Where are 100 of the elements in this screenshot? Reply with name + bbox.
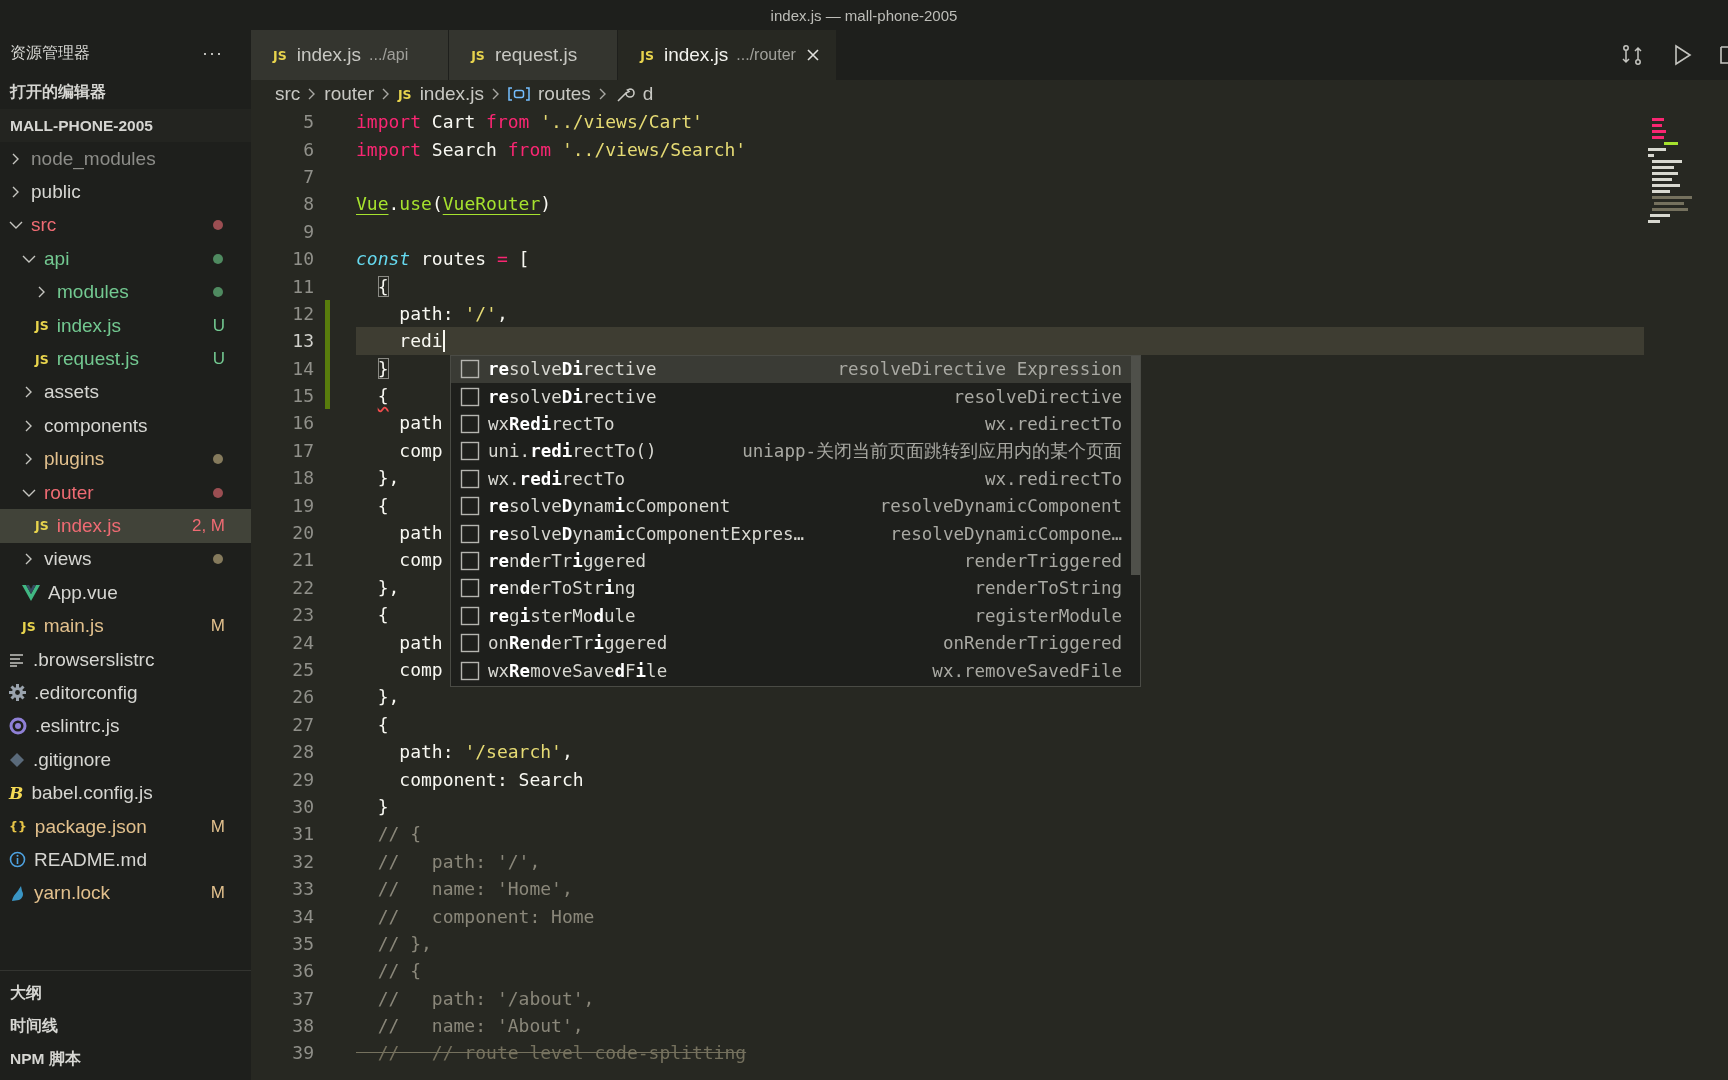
tab-path: .../api bbox=[369, 46, 409, 64]
code-line: { bbox=[376, 385, 389, 407]
folder-name[interactable]: assets bbox=[44, 381, 225, 404]
folder-name[interactable]: node_modules bbox=[31, 147, 225, 170]
file-name[interactable]: README.md bbox=[34, 848, 225, 871]
code-line: }, bbox=[376, 576, 400, 598]
folder-name[interactable]: public bbox=[31, 181, 225, 204]
file-name[interactable]: .eslintrc.js bbox=[35, 715, 225, 738]
editor-tab[interactable]: JS index.js .../api bbox=[251, 30, 450, 80]
breadcrumb-item[interactable]: routes bbox=[538, 83, 591, 105]
git-status-label: 2, M bbox=[191, 516, 225, 536]
file-name[interactable]: package.json bbox=[34, 815, 203, 838]
panel-header[interactable]: 大纲 bbox=[0, 977, 251, 1010]
suggestion-label[interactable]: wx.redirectTo bbox=[488, 468, 625, 489]
suggestion-detail: registerModule bbox=[973, 605, 1122, 626]
file-name[interactable]: index.js bbox=[56, 314, 205, 337]
line-number: 31 bbox=[292, 823, 314, 845]
code-line: { bbox=[376, 494, 389, 516]
suggestion-label[interactable]: wxRemoveSavedFile bbox=[488, 660, 668, 681]
code-line: // { bbox=[376, 823, 422, 845]
git-status-label: M bbox=[210, 816, 225, 837]
code-line: // component: Home bbox=[376, 905, 595, 927]
code-line: } bbox=[376, 357, 389, 379]
js-file-icon: JS bbox=[640, 47, 654, 63]
git-status-label: M bbox=[210, 883, 225, 904]
file-name[interactable]: App.vue bbox=[48, 581, 225, 604]
file-name[interactable]: request.js bbox=[56, 348, 205, 371]
folder-name[interactable]: views bbox=[44, 548, 205, 571]
code-line: // }, bbox=[376, 932, 432, 954]
file-name[interactable]: .gitignore bbox=[33, 748, 225, 771]
file-name[interactable]: babel.config.js bbox=[31, 782, 225, 805]
line-number: 20 bbox=[292, 522, 314, 544]
breadcrumb-item[interactable]: src bbox=[275, 83, 301, 105]
square-icon bbox=[460, 605, 480, 626]
suggestion-label[interactable]: onRenderTriggered bbox=[488, 633, 668, 654]
code-line: comp bbox=[398, 659, 443, 680]
line-number: 17 bbox=[292, 439, 314, 461]
tab-label: request.js bbox=[494, 44, 578, 66]
code-line: }, bbox=[376, 686, 400, 708]
line-number: 28 bbox=[292, 741, 314, 763]
suggestion-label[interactable]: resolveDirective bbox=[488, 359, 657, 380]
line-number: 19 bbox=[292, 494, 314, 516]
square-icon bbox=[460, 496, 480, 517]
square-icon bbox=[460, 441, 480, 462]
more-actions-label[interactable]: ··· bbox=[202, 42, 223, 64]
suggestion-label[interactable]: renderToString bbox=[488, 578, 636, 599]
folder-name[interactable]: src bbox=[31, 214, 205, 237]
folder-name[interactable]: modules bbox=[57, 281, 205, 304]
line-number: 26 bbox=[292, 686, 314, 708]
panel-header[interactable]: 时间线 bbox=[0, 1010, 251, 1043]
git-status-label: U bbox=[212, 315, 225, 336]
file-name[interactable]: .browserslistrc bbox=[33, 648, 225, 671]
suggestion-label[interactable]: wxRedirectTo bbox=[488, 414, 615, 435]
line-number: 39 bbox=[292, 1042, 314, 1064]
scrollbar-thumb[interactable] bbox=[1131, 355, 1140, 575]
section-header: 打开的编辑器 bbox=[8, 82, 107, 102]
line-number: 36 bbox=[292, 960, 314, 982]
folder-name[interactable]: router bbox=[44, 481, 205, 504]
line-number: 32 bbox=[292, 850, 314, 872]
panel-header[interactable]: NPM 脚本 bbox=[0, 1043, 251, 1076]
tab-label: index.js bbox=[296, 44, 362, 66]
suggestion-label[interactable]: renderTriggered bbox=[488, 551, 647, 571]
line-number: 30 bbox=[292, 795, 314, 817]
line-number: 7 bbox=[303, 165, 314, 187]
suggestion-label[interactable]: resolveDynamicComponentExpres… bbox=[488, 523, 805, 544]
line-number: 23 bbox=[292, 604, 314, 626]
file-name[interactable]: yarn.lock bbox=[34, 882, 203, 905]
close-icon[interactable] bbox=[805, 48, 820, 62]
split-editor-icon[interactable] bbox=[1720, 43, 1728, 67]
suggestion-detail: resolveDynamicComponent bbox=[878, 496, 1122, 517]
folder-name[interactable]: plugins bbox=[44, 448, 205, 471]
variable-icon bbox=[508, 86, 531, 102]
square-icon bbox=[460, 359, 480, 380]
line-number: 9 bbox=[303, 220, 314, 242]
file-name[interactable]: main.js bbox=[43, 615, 203, 638]
file-name[interactable]: .editorconfig bbox=[34, 681, 225, 704]
code-line: redi bbox=[398, 330, 443, 352]
suggestion-label[interactable]: uni.redirectTo() bbox=[488, 441, 657, 462]
square-icon bbox=[460, 523, 480, 544]
suggestion-label[interactable]: resolveDirective bbox=[488, 386, 657, 407]
editor-tab[interactable]: JS index.js .../router bbox=[618, 30, 837, 80]
suggestion-detail: renderTriggered bbox=[962, 551, 1122, 571]
compare-changes-icon[interactable] bbox=[1620, 43, 1644, 67]
code-line: import Search from '../views/Search' bbox=[356, 138, 747, 160]
suggestion-label[interactable]: registerModule bbox=[488, 605, 636, 626]
js-file-icon: JS bbox=[35, 318, 49, 334]
suggestion-label[interactable]: resolveDynamicComponent bbox=[488, 496, 731, 517]
folder-name[interactable]: api bbox=[44, 247, 205, 270]
breadcrumb-item[interactable]: d bbox=[642, 83, 654, 105]
square-icon bbox=[460, 551, 480, 571]
breadcrumb-item[interactable]: index.js bbox=[419, 83, 485, 105]
code-line: } bbox=[376, 795, 389, 817]
editor-tab[interactable]: JS request.js bbox=[449, 30, 619, 80]
code-line: comp bbox=[398, 439, 443, 461]
code-line: const routes = [ bbox=[356, 248, 530, 270]
breadcrumb-item[interactable]: router bbox=[324, 83, 374, 105]
text-cursor bbox=[442, 329, 445, 352]
square-icon bbox=[460, 468, 480, 489]
git-status-label: M bbox=[210, 616, 225, 637]
folder-name[interactable]: components bbox=[44, 414, 225, 437]
